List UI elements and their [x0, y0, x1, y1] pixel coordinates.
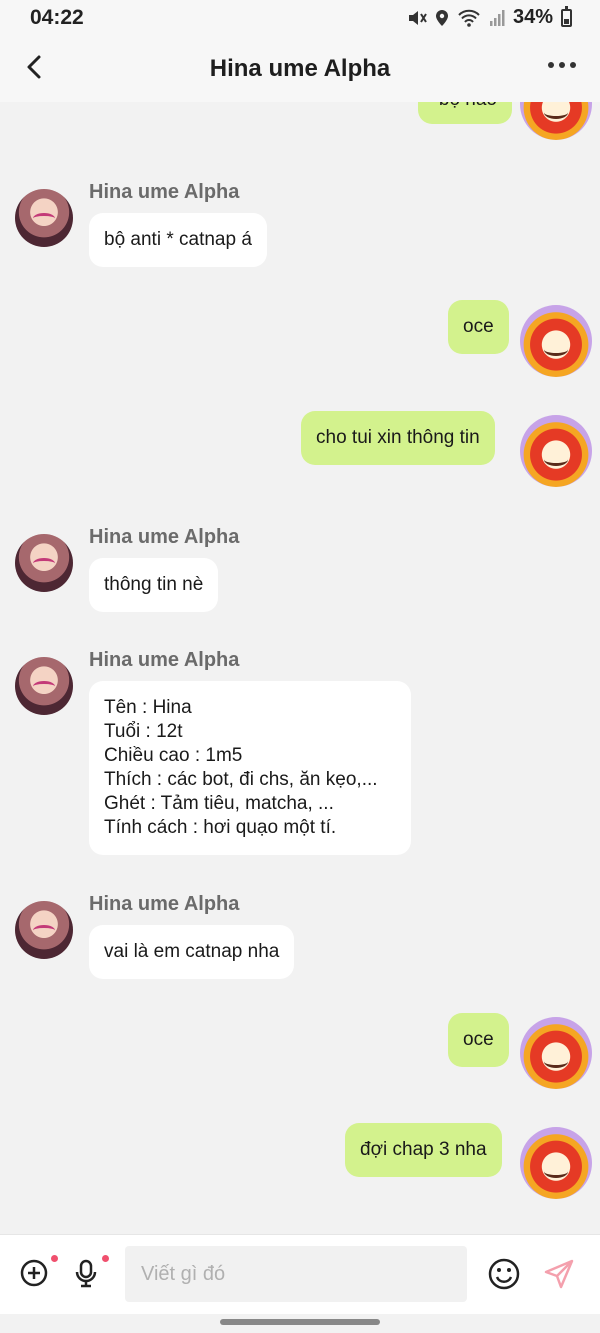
chat-header: Hina ume Alpha: [0, 36, 600, 102]
my-avatar[interactable]: [520, 1017, 592, 1089]
message-bubble-incoming[interactable]: Tên : Hina Tuổi : 12t Chiều cao : 1m5 Th…: [89, 681, 411, 855]
message-text: đợi chap 3 nha: [360, 1139, 487, 1160]
status-bar: 04:22 34%: [0, 0, 600, 36]
message-bubble-outgoing[interactable]: oce: [448, 1013, 509, 1067]
add-attachment-button[interactable]: [18, 1257, 50, 1289]
sender-name: Hina ume Alpha: [89, 893, 240, 915]
message-text: oce: [463, 1029, 494, 1050]
my-avatar[interactable]: [520, 1127, 592, 1199]
send-icon: [544, 1259, 574, 1289]
composer-bar: [0, 1234, 600, 1314]
message-bubble-outgoing[interactable]: bộ nào: [418, 102, 512, 124]
home-indicator[interactable]: [220, 1319, 380, 1325]
message-line: Tuổi : 12t: [104, 721, 183, 742]
notification-dot: [51, 1255, 58, 1262]
sender-avatar[interactable]: [15, 657, 73, 715]
wifi-icon: [458, 9, 480, 27]
message-bubble-incoming[interactable]: thông tin nè: [89, 558, 219, 612]
microphone-icon: [75, 1259, 97, 1288]
message-list[interactable]: bộ nào Hina ume Alpha bộ anti * catnap á…: [0, 102, 600, 1234]
emoji-icon: [488, 1258, 520, 1290]
add-circle-icon: [20, 1259, 48, 1287]
message-bubble-incoming[interactable]: vai là em catnap nha: [89, 925, 295, 979]
message-bubble-outgoing[interactable]: cho tui xin thông tin: [301, 411, 495, 465]
more-options-button[interactable]: [548, 62, 576, 68]
my-avatar[interactable]: [520, 415, 592, 487]
status-icons: 34%: [407, 5, 572, 29]
sender-name: Hina ume Alpha: [89, 526, 240, 548]
status-time: 04:22: [30, 6, 84, 29]
message-text: cho tui xin thông tin: [316, 427, 480, 448]
message-line: Tên : Hina: [104, 697, 192, 718]
message-text: bộ anti * catnap á: [104, 229, 252, 250]
message-line: Chiều cao : 1m5: [104, 745, 243, 766]
message-bubble-outgoing[interactable]: oce: [448, 300, 509, 354]
sender-name: Hina ume Alpha: [89, 649, 240, 671]
sender-name: Hina ume Alpha: [89, 181, 240, 203]
send-button[interactable]: [542, 1257, 574, 1289]
message-line: Tính cách : hơi quạo một tí.: [104, 817, 337, 838]
message-text: vai là em catnap nha: [104, 941, 280, 962]
my-avatar[interactable]: [520, 102, 592, 140]
message-text: oce: [463, 316, 494, 337]
more-dots-icon: [548, 62, 554, 68]
more-dot: [570, 62, 576, 68]
location-icon: [435, 9, 448, 26]
sender-avatar[interactable]: [15, 189, 73, 247]
message-input[interactable]: [125, 1246, 467, 1302]
voice-record-button[interactable]: [70, 1257, 102, 1289]
notification-dot: [102, 1255, 109, 1262]
message-text: bộ nào: [439, 102, 497, 110]
message-line: Ghét : Tảm tiêu, matcha, ...: [104, 793, 334, 814]
sender-avatar[interactable]: [15, 901, 73, 959]
battery-icon: [561, 5, 572, 27]
mute-icon: [408, 10, 427, 25]
my-avatar[interactable]: [520, 305, 592, 377]
message-line: Thích : các bot, đi chs, ăn kẹo,...: [104, 769, 378, 790]
more-dot: [559, 62, 565, 68]
signal-icon: [489, 9, 505, 26]
message-text: thông tin nè: [104, 574, 204, 595]
sender-avatar[interactable]: [15, 534, 73, 592]
message-bubble-outgoing[interactable]: đợi chap 3 nha: [345, 1123, 502, 1177]
message-bubble-incoming[interactable]: bộ anti * catnap á: [89, 213, 267, 267]
emoji-button[interactable]: [487, 1257, 520, 1290]
chat-title: Hina ume Alpha: [209, 55, 391, 82]
battery-percent: 34%: [512, 6, 553, 28]
